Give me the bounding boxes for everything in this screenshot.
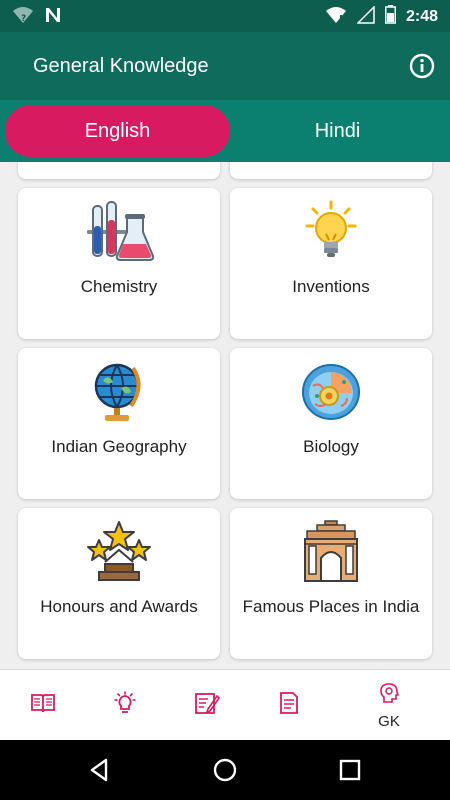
head-bulb-icon [379, 682, 400, 709]
lightbulb-icon [299, 200, 363, 264]
nav-item-gk[interactable]: GK [346, 670, 432, 741]
status-time: 2:48 [405, 8, 438, 25]
language-tabs: English Hindi [0, 100, 450, 162]
category-card-chemistry[interactable]: Chemistry [18, 188, 220, 339]
n-notification-icon [44, 6, 62, 29]
category-card-famous-places[interactable]: Famous Places in India [230, 508, 432, 659]
nav-item-ideas[interactable] [82, 670, 168, 741]
book-icon [30, 692, 56, 719]
lightbulb-nav-icon [112, 691, 138, 720]
category-label: Inventions [292, 277, 370, 296]
category-label: Chemistry [80, 277, 158, 296]
category-card-partial-right[interactable] [230, 162, 432, 179]
wifi-icon [325, 6, 347, 29]
app-bar: General Knowledge [0, 32, 450, 100]
svg-text:?: ? [21, 14, 26, 24]
app-title: General Knowledge [33, 55, 209, 77]
category-grid[interactable]: Chemistry Inventions Indian Geography Bi… [0, 162, 450, 669]
wifi-question-icon: ? [12, 6, 34, 29]
info-icon[interactable] [408, 52, 436, 80]
category-card-indian-geography[interactable]: Indian Geography [18, 348, 220, 499]
india-gate-icon [299, 520, 363, 584]
chemistry-flasks-icon [83, 200, 155, 264]
home-icon[interactable] [209, 754, 241, 786]
category-card-biology[interactable]: Biology [230, 348, 432, 499]
category-label: Biology [303, 437, 359, 456]
category-label: Famous Places in India [242, 597, 420, 616]
edit-icon [194, 691, 221, 720]
category-label: Honours and Awards [40, 597, 198, 616]
document-icon [278, 691, 300, 720]
bottom-nav: GK [0, 669, 450, 740]
tab-english[interactable]: English [5, 105, 230, 157]
category-card-honours-and-awards[interactable]: Honours and Awards [18, 508, 220, 659]
nav-item-quiz[interactable] [164, 670, 250, 741]
system-nav-bar [0, 740, 450, 800]
category-card-partial-left[interactable] [18, 162, 220, 179]
tab-hindi[interactable]: Hindi [225, 105, 450, 157]
nav-label-gk: GK [378, 712, 400, 730]
cell-icon [299, 360, 363, 424]
status-bar: ? 2:48 [0, 0, 450, 32]
stars-trophy-icon [85, 520, 153, 584]
battery-icon [384, 5, 396, 29]
nav-item-notes[interactable] [246, 670, 332, 741]
category-card-inventions[interactable]: Inventions [230, 188, 432, 339]
back-icon[interactable] [84, 754, 116, 786]
category-label: Indian Geography [51, 437, 187, 456]
recents-icon[interactable] [334, 754, 366, 786]
nav-item-book[interactable] [0, 670, 86, 741]
signal-icon [356, 4, 375, 29]
globe-icon [87, 360, 151, 424]
